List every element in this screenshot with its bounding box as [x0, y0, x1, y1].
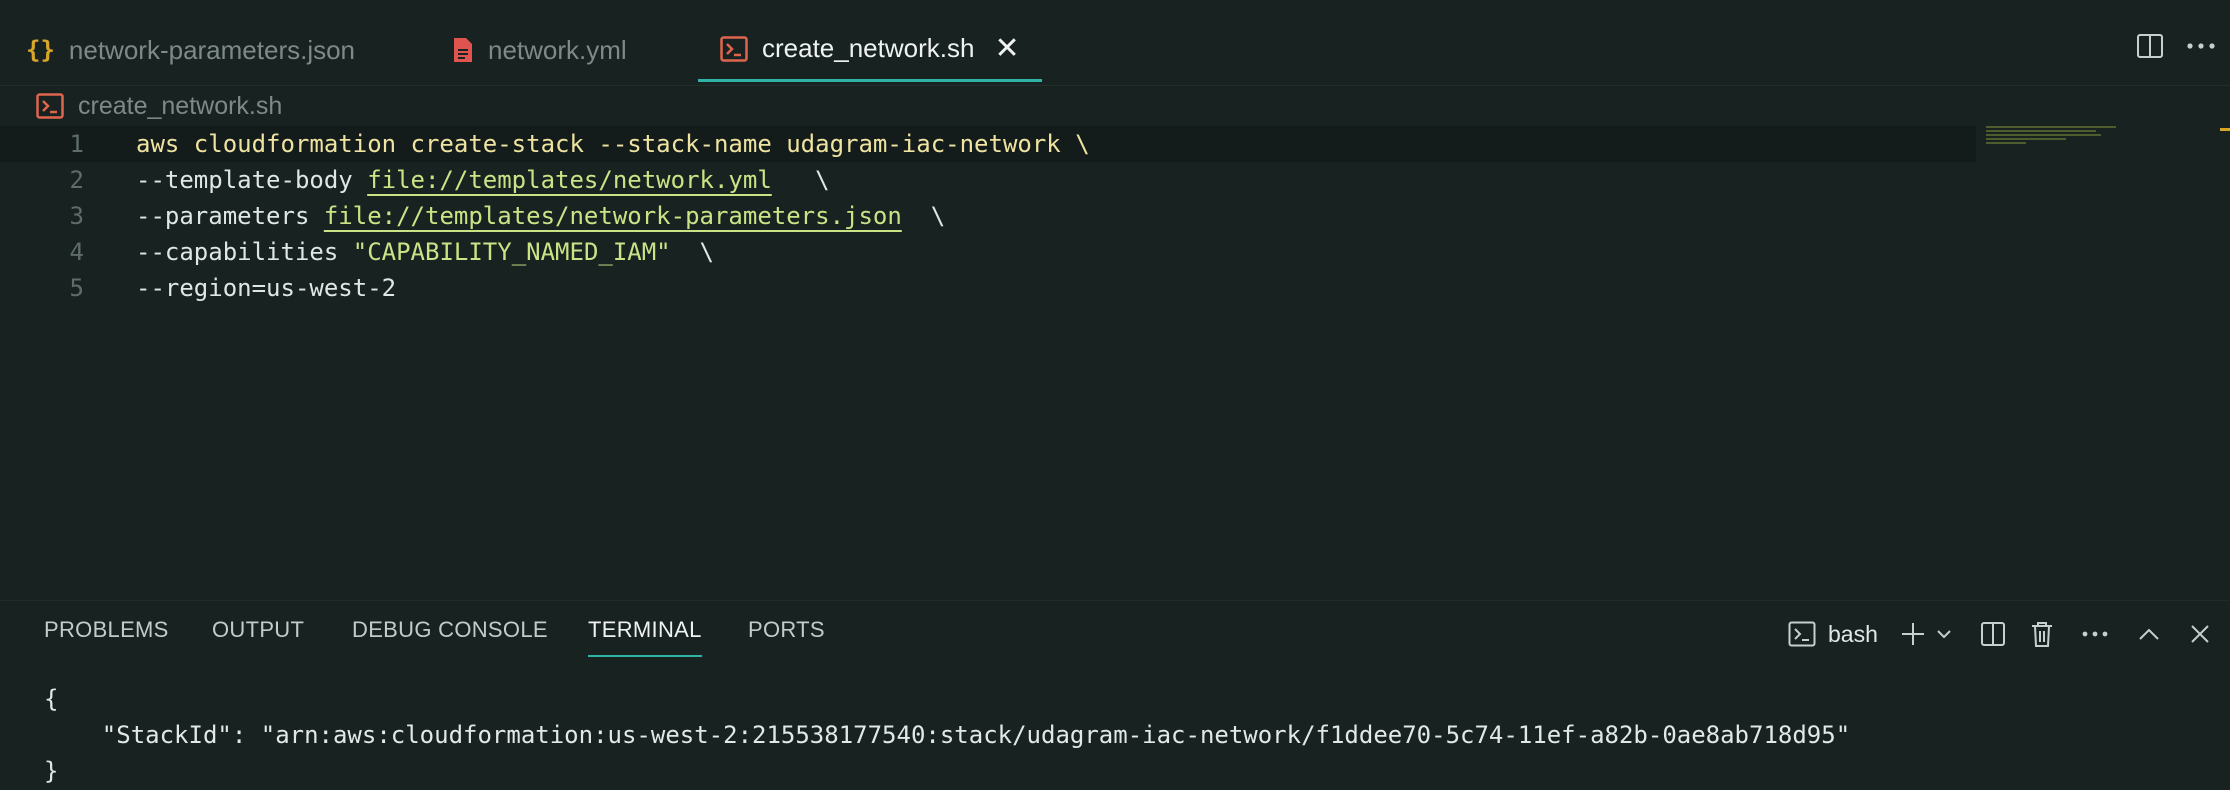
code-text: \ — [901, 202, 946, 230]
tab-create-network-sh[interactable]: create_network.sh ✕ — [698, 18, 1042, 82]
close-tab-icon[interactable]: ✕ — [994, 33, 1019, 64]
line-number: 4 — [69, 238, 84, 266]
code-line[interactable]: 3 --parameters file://templates/network-… — [0, 198, 1976, 234]
file-link[interactable]: file://templates/network-parameters.json — [324, 202, 902, 230]
line-number: 1 — [69, 130, 84, 158]
shell-label: bash — [1828, 620, 1878, 647]
code-line[interactable]: 2 --template-body file://templates/netwo… — [0, 162, 1976, 198]
code-line[interactable]: 4 --capabilities "CAPABILITY_NAMED_IAM" … — [0, 234, 1976, 270]
new-terminal-icon[interactable] — [1900, 615, 1926, 653]
terminal-line: "StackId": "arn:aws:cloudformation:us-we… — [44, 721, 1851, 749]
split-editor-icon[interactable] — [2136, 28, 2164, 64]
shell-script-icon — [36, 93, 64, 119]
file-link[interactable]: file://templates/network.yml — [367, 166, 772, 194]
code-line[interactable]: 1 aws cloudformation create-stack --stac… — [0, 126, 1976, 162]
tab-label: network.yml — [488, 34, 627, 65]
code-editor[interactable]: 1 aws cloudformation create-stack --stac… — [0, 126, 2230, 576]
close-panel-icon[interactable] — [2190, 615, 2210, 653]
panel-tab-problems[interactable]: PROBLEMS — [44, 617, 169, 657]
string-literal: "CAPABILITY_NAMED_IAM" — [352, 238, 671, 266]
code-text: \ — [670, 238, 714, 266]
terminal-output[interactable]: { "StackId": "arn:aws:cloudformation:us-… — [44, 681, 1850, 789]
breadcrumb-file: create_network.sh — [78, 91, 283, 120]
line-number: 3 — [69, 202, 84, 230]
chevron-down-icon[interactable] — [1936, 615, 1952, 653]
panel-tab-ports[interactable]: PORTS — [748, 617, 825, 657]
tab-network-parameters-json[interactable]: {} network-parameters.json — [26, 18, 355, 82]
code-text: aws cloudformation create-stack --stack-… — [136, 130, 1090, 158]
code-text: --template-body — [136, 166, 368, 194]
tab-label: create_network.sh — [762, 33, 975, 63]
more-actions-icon[interactable] — [2082, 615, 2108, 653]
line-number: 5 — [69, 274, 84, 302]
more-actions-icon[interactable] — [2186, 28, 2216, 64]
yaml-file-icon — [452, 36, 474, 64]
breadcrumb[interactable]: create_network.sh — [36, 88, 282, 124]
split-terminal-icon[interactable] — [1980, 615, 2006, 653]
terminal-line: { — [44, 685, 59, 713]
panel-tab-terminal[interactable]: TERMINAL — [588, 617, 702, 657]
trash-icon[interactable] — [2030, 615, 2054, 653]
tab-label: network-parameters.json — [68, 34, 356, 65]
tab-network-yml[interactable]: network.yml — [452, 18, 627, 82]
code-line[interactable]: 5 --region=us-west-2 — [0, 270, 1976, 306]
minimap[interactable] — [1986, 126, 2116, 150]
editor-tab-bar: {} network-parameters.json network.yml c… — [0, 0, 2230, 86]
panel-tab-debug-console[interactable]: DEBUG CONSOLE — [352, 617, 548, 657]
maximize-panel-icon[interactable] — [2138, 615, 2160, 653]
panel-tab-output[interactable]: OUTPUT — [212, 617, 304, 657]
overview-ruler-marker — [2220, 128, 2230, 131]
line-number: 2 — [69, 166, 84, 194]
shell-script-icon — [720, 35, 748, 62]
terminal-shell-selector[interactable]: bash — [1788, 615, 1878, 653]
terminal-line: } — [44, 757, 59, 785]
code-text: --region=us-west-2 — [136, 274, 397, 302]
code-text: --parameters — [136, 202, 324, 230]
terminal-icon — [1788, 621, 1816, 647]
code-text: \ — [771, 166, 830, 194]
bottom-panel: PROBLEMS OUTPUT DEBUG CONSOLE TERMINAL P… — [0, 600, 2230, 790]
code-text: --capabilities — [136, 238, 353, 266]
json-braces-icon: {} — [26, 36, 55, 64]
